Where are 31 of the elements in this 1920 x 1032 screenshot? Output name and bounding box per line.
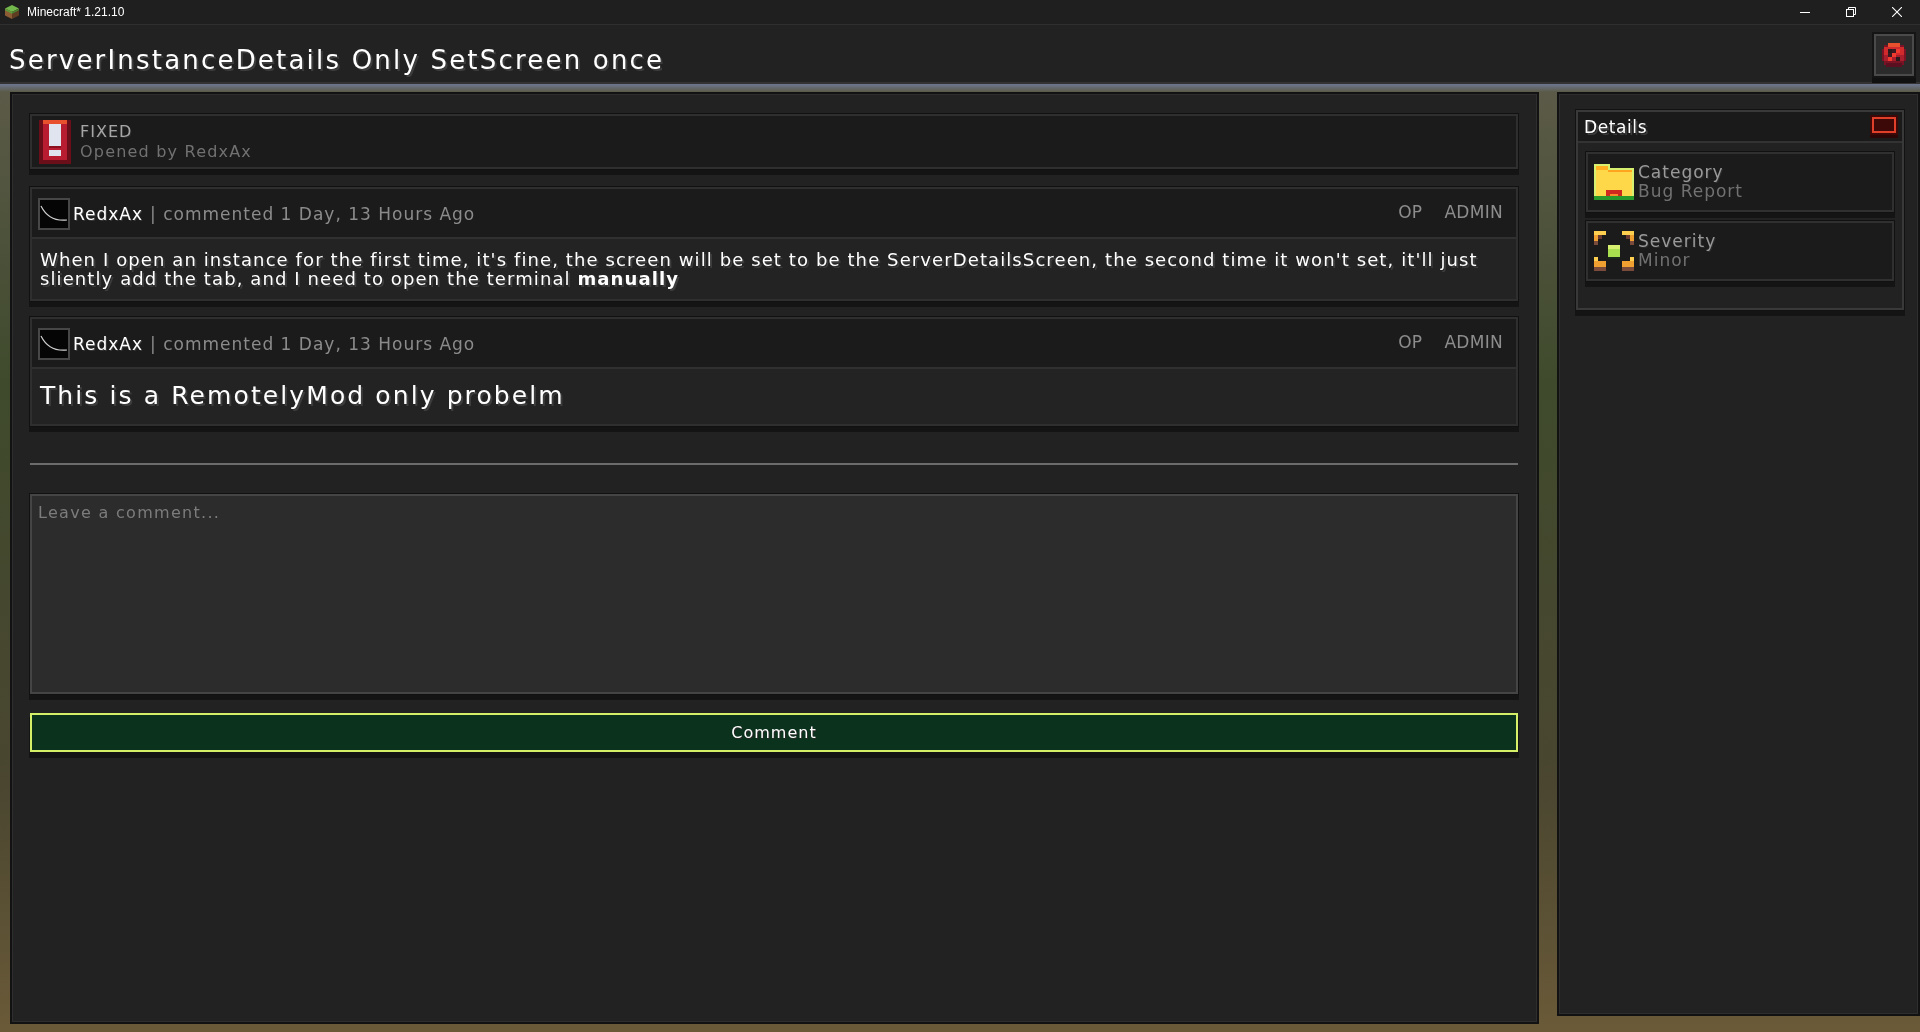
- detail-label: Category: [1638, 163, 1725, 182]
- avatar-icon: [38, 328, 70, 360]
- comment-field[interactable]: Leave a comment...: [30, 494, 1518, 694]
- page-title: ServerInstanceDetails Only SetScreen once: [9, 44, 665, 75]
- opened-by-text: Opened by RedxAx: [80, 141, 252, 162]
- window-title: Minecraft* 1.21.10: [27, 5, 125, 19]
- grass-block-icon: [5, 5, 19, 19]
- author-name[interactable]: RedxAx: [73, 204, 144, 224]
- role-label: ADMIN: [1444, 332, 1503, 352]
- author-name[interactable]: RedxAx: [73, 334, 144, 354]
- details-title: Details: [1584, 116, 1648, 137]
- close-button[interactable]: [1870, 115, 1898, 138]
- comment-meta: | commented 1 Day, 13 Hours Ago: [150, 204, 476, 224]
- avatar-icon: [38, 198, 70, 230]
- role-label: OP: [1398, 332, 1423, 352]
- square-icon: [1870, 115, 1898, 138]
- prohibition-icon: [1882, 42, 1906, 67]
- detail-value: Minor: [1638, 251, 1691, 270]
- status-label: FIXED: [80, 121, 134, 142]
- role-label: ADMIN: [1444, 202, 1503, 222]
- comment-text: When I open an instance for the first time, it's fine, the screen will be set to be the ServerDetailsScreen, the second time it won't set, it'll just sliently add the tab, and I need to open the terminal manually: [39, 248, 1479, 291]
- folder-icon: [1594, 162, 1634, 202]
- close-icon: [1892, 7, 1902, 17]
- detail-value: Bug Report: [1638, 182, 1743, 201]
- detail-label: Severity: [1638, 232, 1717, 251]
- role-label: OP: [1398, 202, 1423, 222]
- exclamation-icon: [39, 119, 71, 164]
- comment-meta: | commented 1 Day, 13 Hours Ago: [150, 334, 476, 354]
- restore-icon: [1846, 7, 1856, 17]
- target-icon: [1594, 231, 1634, 271]
- comment-text: This is a RemotelyMod only probelm: [39, 380, 566, 412]
